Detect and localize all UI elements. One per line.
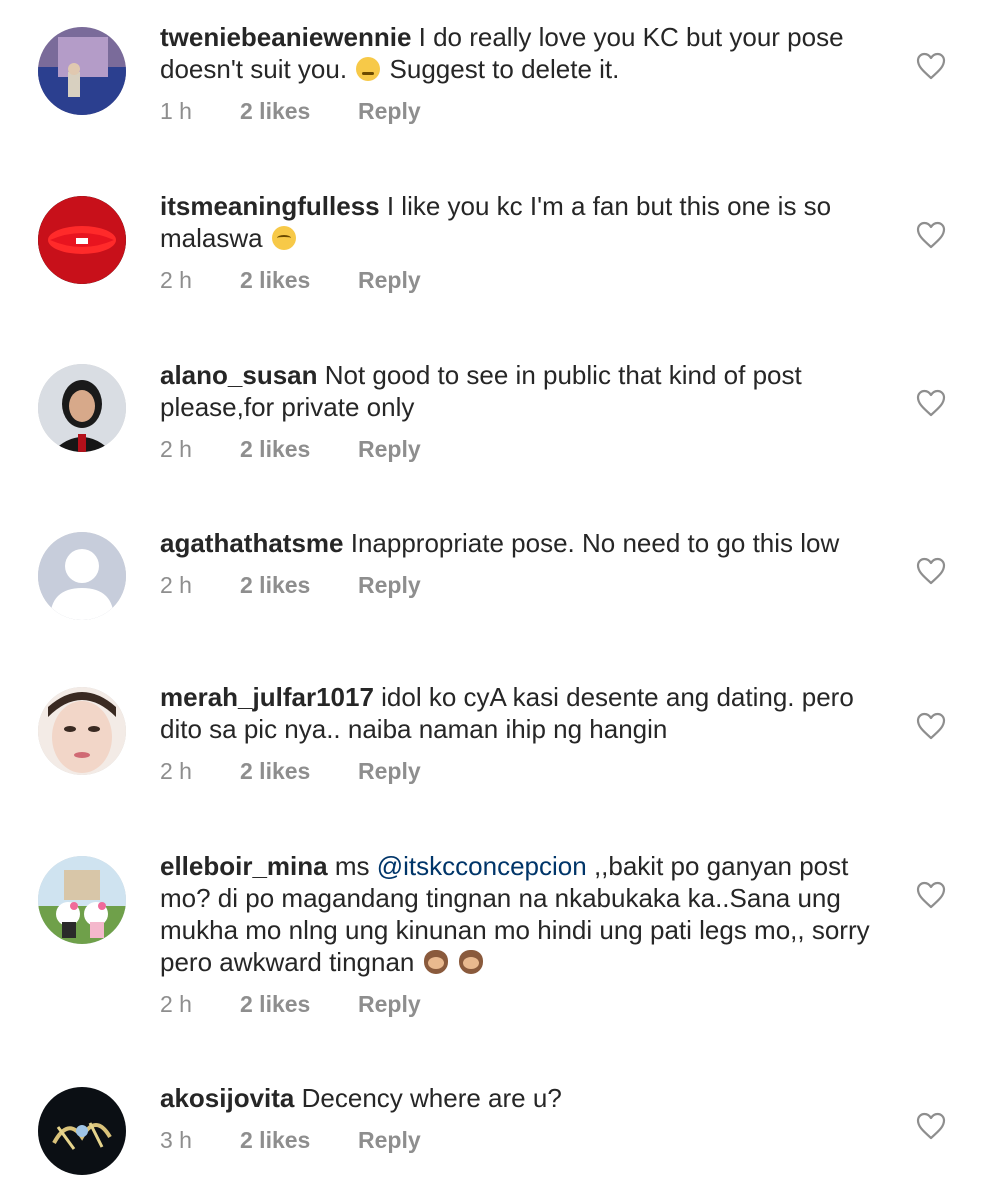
comment-prefix: ms — [334, 851, 370, 881]
comment-text: merah_julfar1017 idol ko cyA kasi desent… — [160, 681, 880, 745]
comment-meta: 3 h 2 likes Reply — [160, 1126, 880, 1154]
comment-text: itsmeaningfulless I like you kc I'm a fa… — [160, 190, 880, 254]
avatar[interactable] — [38, 364, 126, 452]
comment-meta: 2 h 2 likes Reply — [160, 266, 880, 294]
comment-time: 2 h — [160, 991, 192, 1017]
comment-time: 2 h — [160, 267, 192, 293]
comment-username[interactable]: elleboir_mina — [160, 851, 328, 881]
avatar[interactable] — [38, 532, 126, 620]
comment-text: akosijovita Decency where are u? — [160, 1082, 880, 1114]
heart-outline-icon[interactable] — [916, 52, 946, 80]
comment-time: 2 h — [160, 758, 192, 784]
reply-button[interactable]: Reply — [358, 990, 421, 1018]
comment-likes[interactable]: 2 likes — [240, 757, 358, 785]
reply-button[interactable]: Reply — [358, 571, 421, 599]
comment-time: 2 h — [160, 436, 192, 462]
reply-button[interactable]: Reply — [358, 97, 421, 125]
comment-username[interactable]: merah_julfar1017 — [160, 682, 374, 712]
reply-button[interactable]: Reply — [358, 1126, 421, 1154]
comment-text: elleboir_mina ms @itskcconcepcion ,,baki… — [160, 850, 880, 978]
reply-button[interactable]: Reply — [358, 266, 421, 294]
comment-likes[interactable]: 2 likes — [240, 1126, 358, 1154]
comment-meta: 2 h 2 likes Reply — [160, 571, 880, 599]
heart-outline-icon[interactable] — [916, 557, 946, 585]
avatar[interactable] — [38, 27, 126, 115]
comment-time: 3 h — [160, 1127, 192, 1153]
comment-meta: 2 h 2 likes Reply — [160, 990, 880, 1018]
heart-outline-icon[interactable] — [916, 389, 946, 417]
crying-face-emoji — [271, 226, 296, 250]
comment-text: alano_susan Not good to see in public th… — [160, 359, 880, 423]
comment-username[interactable]: alano_susan — [160, 360, 318, 390]
mention-link[interactable]: @itskcconcepcion — [377, 851, 587, 881]
comment-likes[interactable]: 2 likes — [240, 571, 358, 599]
comment-username[interactable]: agathathatsme — [160, 528, 344, 558]
reply-button[interactable]: Reply — [358, 757, 421, 785]
comment-time: 2 h — [160, 572, 192, 598]
see-no-evil-monkey-emoji — [458, 950, 483, 974]
heart-outline-icon[interactable] — [916, 221, 946, 249]
comment-text: agathathatsme Inappropriate pose. No nee… — [160, 527, 880, 559]
avatar[interactable] — [38, 1087, 126, 1175]
heart-outline-icon[interactable] — [916, 881, 946, 909]
comment-username[interactable]: itsmeaningfulless — [160, 191, 380, 221]
comment-likes[interactable]: 2 likes — [240, 266, 358, 294]
comment-body: Decency where are u? — [301, 1083, 562, 1113]
comment-meta: 2 h 2 likes Reply — [160, 757, 880, 785]
comment-username[interactable]: tweniebeaniewennie — [160, 22, 411, 52]
comment-meta: 1 h 2 likes Reply — [160, 97, 880, 125]
comment-text: tweniebeaniewennie I do really love you … — [160, 21, 880, 85]
comment-likes[interactable]: 2 likes — [240, 97, 358, 125]
relieved-face-emoji — [356, 57, 381, 81]
comment-body: Inappropriate pose. No need to go this l… — [350, 528, 840, 558]
comment-body-continued: Suggest to delete it. — [389, 54, 620, 84]
comment-likes[interactable]: 2 likes — [240, 990, 358, 1018]
avatar[interactable] — [38, 196, 126, 284]
comment-meta: 2 h 2 likes Reply — [160, 435, 880, 463]
heart-outline-icon[interactable] — [916, 1112, 946, 1140]
comment-username[interactable]: akosijovita — [160, 1083, 294, 1113]
reply-button[interactable]: Reply — [358, 435, 421, 463]
heart-outline-icon[interactable] — [916, 712, 946, 740]
comment-time: 1 h — [160, 98, 192, 124]
avatar[interactable] — [38, 856, 126, 944]
see-no-evil-monkey-emoji — [423, 950, 448, 974]
avatar[interactable] — [38, 687, 126, 775]
comment-likes[interactable]: 2 likes — [240, 435, 358, 463]
